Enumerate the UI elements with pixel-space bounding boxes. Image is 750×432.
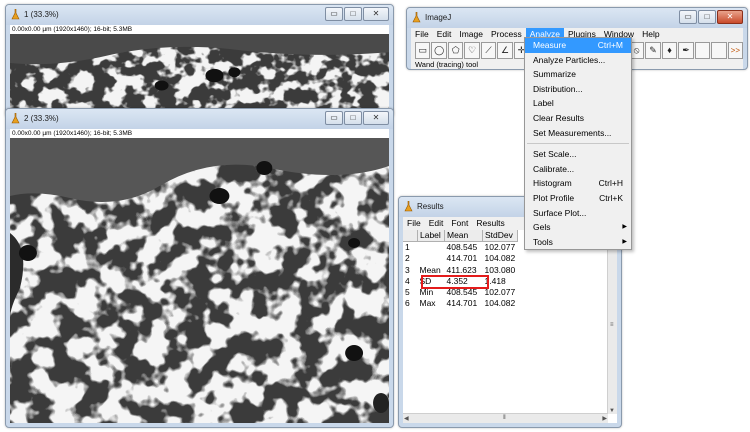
rectangle-tool-icon[interactable]: ▭ [415, 41, 431, 59]
menu-item-tools[interactable]: Tools ▶ [525, 235, 631, 250]
column-header-stddev[interactable]: StdDev [482, 230, 518, 243]
table-row[interactable]: 1 408.545 102.077 [403, 242, 518, 254]
column-header-mean[interactable]: Mean [444, 230, 483, 243]
maximize-button[interactable]: □ [344, 111, 362, 125]
image-info: 0.00x0.00 µm (1920x1460); 16-bit; 5.3MB [10, 25, 389, 34]
imagej-titlebar[interactable]: ImageJ ▭ □ ✕ [407, 8, 747, 28]
menu-item-surface-plot[interactable]: Surface Plot... [525, 206, 631, 221]
menu-item-set-scale[interactable]: Set Scale... [525, 147, 631, 162]
menu-item-set-measurements[interactable]: Set Measurements... [525, 126, 631, 141]
scroll-down-arrow-icon[interactable]: ▼ [609, 408, 615, 414]
menu-item-clear-results[interactable]: Clear Results [525, 111, 631, 126]
menu-item-distribution[interactable]: Distribution... [525, 82, 631, 97]
submenu-arrow-icon: ▶ [622, 224, 627, 231]
analyze-dropdown-menu: Measure Ctrl+M Analyze Particles... Summ… [524, 37, 632, 251]
scroll-grip-icon[interactable]: ⦀ [503, 415, 506, 422]
table-row[interactable]: 6 Max 414.701 104.082 [403, 298, 518, 309]
freehand-tool-icon[interactable]: ♡ [464, 41, 480, 59]
pen-tool-icon[interactable]: ✒ [678, 41, 694, 59]
results-menu-font[interactable]: Font [447, 217, 472, 230]
menu-item-plot-profile[interactable]: Plot Profile Ctrl+K [525, 191, 631, 206]
menu-item-histogram[interactable]: Histogram Ctrl+H [525, 176, 631, 191]
results-title: Results [417, 202, 444, 211]
fill-tool-icon[interactable]: ♦ [661, 41, 678, 59]
table-header-row: Label Mean StdDev [403, 230, 518, 243]
angle-tool-icon[interactable]: ∠ [497, 41, 513, 59]
polygon-tool-icon[interactable]: ⬠ [447, 41, 464, 59]
results-table-area[interactable]: Label Mean StdDev 1 408.545 102.077 2 414… [403, 230, 617, 423]
menu-file[interactable]: File [411, 28, 433, 41]
imagej-app-icon [412, 12, 421, 23]
image-window-2-title: 2 (33.3%) [24, 114, 59, 123]
results-menu-results[interactable]: Results [472, 217, 508, 230]
minimize-button[interactable]: ▭ [679, 10, 697, 24]
minimize-button[interactable]: ▭ [325, 7, 343, 21]
submenu-arrow-icon: ▶ [622, 238, 627, 245]
column-header-index[interactable] [403, 230, 418, 243]
table-row[interactable]: 2 414.701 104.082 [403, 253, 518, 264]
line-tool-icon[interactable]: ⟋ [480, 41, 497, 59]
scroll-grip-icon[interactable]: ≡ [610, 322, 614, 328]
imagej-title: ImageJ [425, 13, 452, 22]
scroll-left-arrow-icon[interactable]: ◀ [404, 415, 409, 422]
imagej-app-icon [404, 201, 413, 212]
menu-edit[interactable]: Edit [433, 28, 456, 41]
imagej-app-icon [11, 113, 20, 124]
image-window-1-title: 1 (33.3%) [24, 10, 59, 19]
menu-process[interactable]: Process [487, 28, 526, 41]
image-window-2-titlebar[interactable]: 2 (33.3%) ▭ □ ✕ [6, 109, 393, 129]
menu-item-summarize[interactable]: Summarize [525, 67, 631, 82]
menu-item-analyze-particles[interactable]: Analyze Particles... [525, 53, 631, 68]
image-canvas-1[interactable] [10, 34, 389, 117]
horizontal-scrollbar[interactable]: ◀ ⦀ ▶ [403, 413, 608, 423]
more-tools-icon[interactable]: >> [727, 41, 744, 59]
image-window-1[interactable]: 1 (33.3%) ▭ □ ✕ 0.00x0.00 µm (1920x1460)… [5, 4, 394, 118]
image-info: 0.00x0.00 µm (1920x1460); 16-bit; 5.3MB [10, 129, 389, 138]
scroll-right-arrow-icon[interactable]: ▶ [602, 415, 607, 422]
close-button[interactable]: ✕ [363, 7, 389, 21]
menu-item-measure[interactable]: Measure Ctrl+M [525, 38, 631, 53]
pencil-tool-icon[interactable]: ✎ [645, 41, 661, 59]
menu-separator [527, 143, 629, 145]
empty-tool-slot [711, 41, 727, 59]
results-menu-edit[interactable]: Edit [425, 217, 448, 230]
maximize-button[interactable]: □ [698, 10, 716, 24]
menu-help[interactable]: Help [638, 28, 663, 41]
menu-image[interactable]: Image [455, 28, 487, 41]
column-header-label[interactable]: Label [417, 230, 445, 243]
menu-item-gels[interactable]: Gels ▶ [525, 220, 631, 235]
image-canvas-2[interactable] [10, 138, 389, 423]
menu-item-calibrate[interactable]: Calibrate... [525, 162, 631, 177]
menu-item-label[interactable]: Label [525, 96, 631, 111]
results-table[interactable]: Label Mean StdDev 1 408.545 102.077 2 414… [403, 230, 518, 309]
imagej-app-icon [11, 9, 20, 20]
results-menu-file[interactable]: File [403, 217, 425, 230]
vertical-scrollbar[interactable]: ▲ ≡ ▼ [607, 230, 617, 414]
close-button[interactable]: ✕ [717, 10, 743, 24]
image-window-2[interactable]: 2 (33.3%) ▭ □ ✕ 0.00x0.00 µm (1920x1460)… [5, 108, 394, 428]
image-window-1-titlebar[interactable]: 1 (33.3%) ▭ □ ✕ [6, 5, 393, 25]
maximize-button[interactable]: □ [344, 7, 362, 21]
empty-tool-slot [694, 41, 711, 59]
close-button[interactable]: ✕ [363, 111, 389, 125]
mean-row-highlight-box [421, 275, 489, 289]
minimize-button[interactable]: ▭ [325, 111, 343, 125]
oval-tool-icon[interactable]: ◯ [431, 41, 447, 59]
